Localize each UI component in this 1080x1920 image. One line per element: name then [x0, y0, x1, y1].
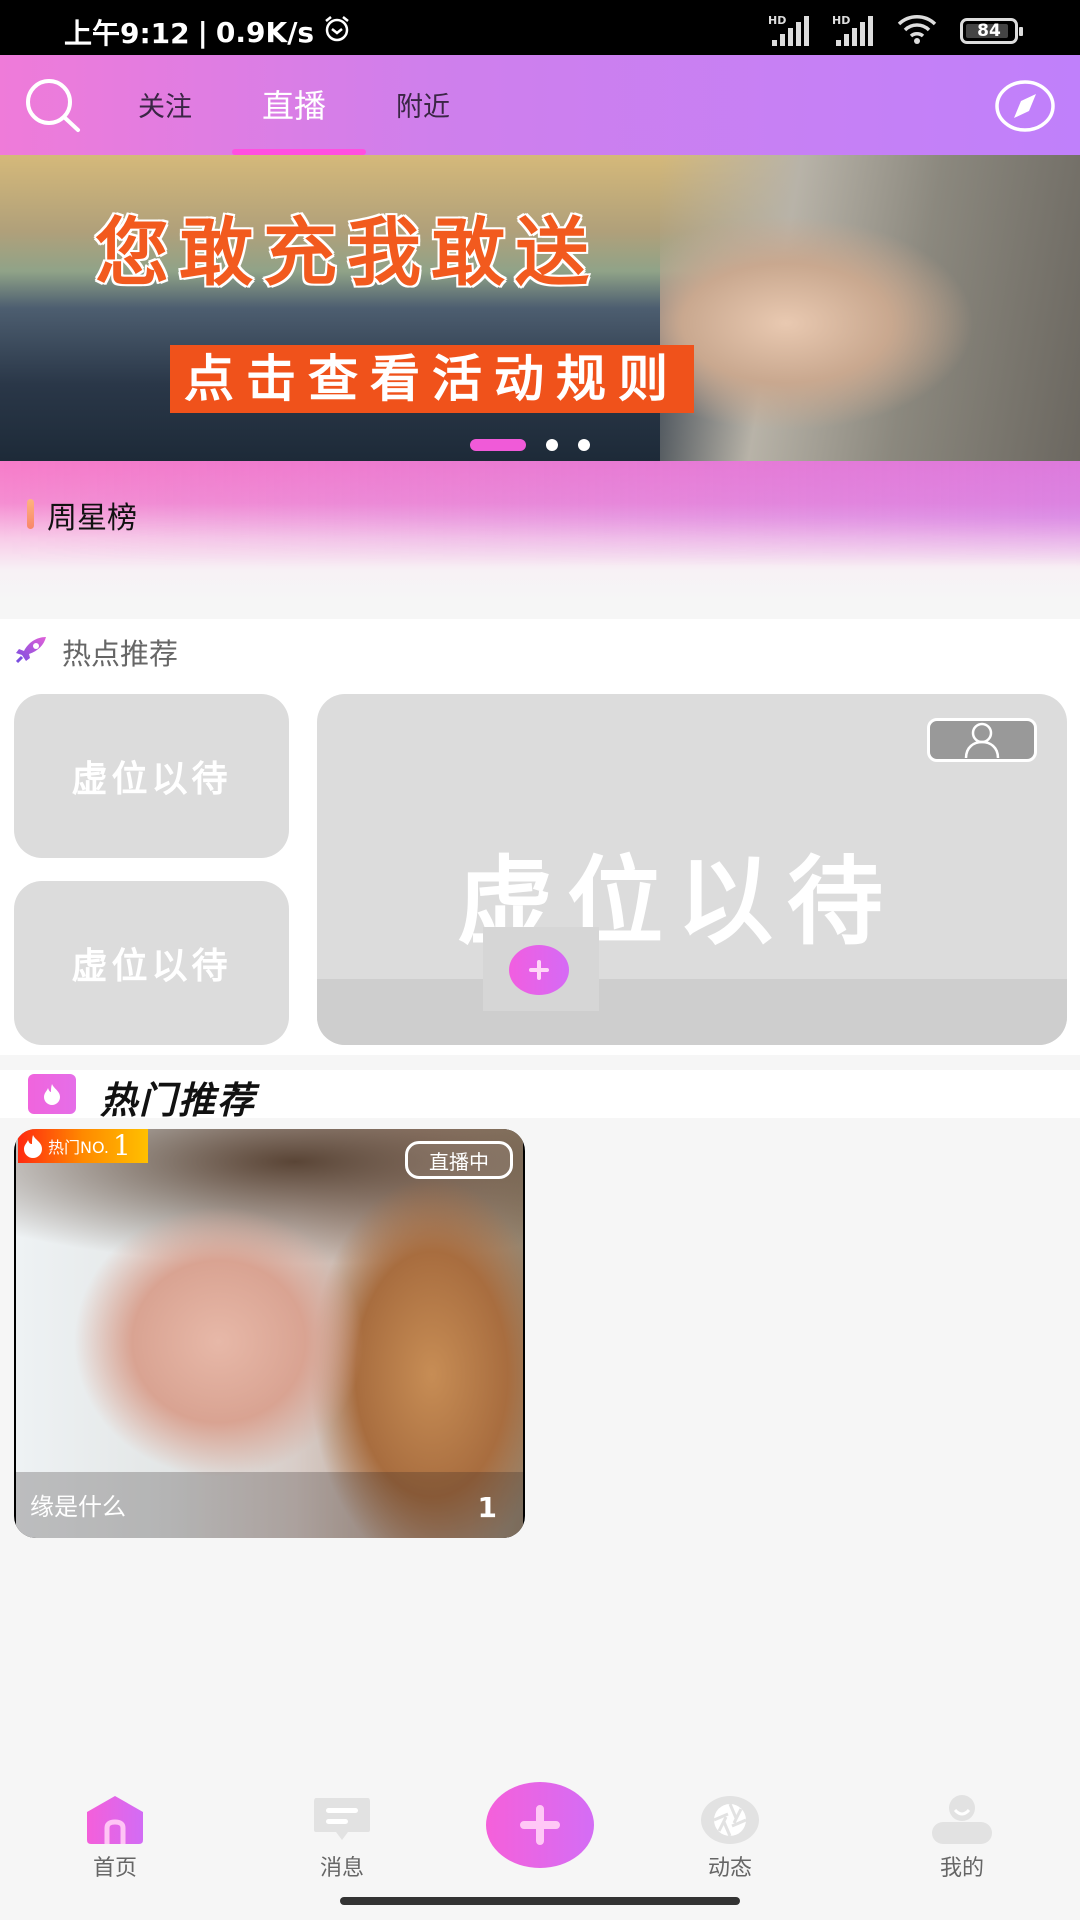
status-net-speed: 0.9K/s [215, 15, 315, 49]
room-name: 缘是什么 [30, 1493, 126, 1521]
status-bar: 上午9:12 | 0.9K/s HD HD 84 [0, 0, 1080, 55]
nav-moments[interactable]: 动态 [670, 1760, 790, 1881]
top-nav: 关注 直播 附近 [0, 55, 1080, 155]
nav-messages[interactable]: 消息 [282, 1760, 402, 1881]
nav-label: 消息 [319, 1856, 364, 1881]
aperture-icon [700, 1794, 760, 1850]
hot-spot-title: 热点推荐 [62, 637, 179, 671]
banner-pagination [470, 439, 590, 451]
banner-illustration [660, 155, 1080, 461]
status-left: 上午9:12 | 0.9K/s [64, 12, 352, 52]
placeholder-text: 虚位以待 [71, 946, 232, 987]
rocket-icon [14, 635, 48, 669]
fire-icon [28, 1074, 76, 1114]
signal-icon: HD [768, 14, 810, 46]
battery-indicator: 84 [960, 18, 1023, 44]
nav-label: 动态 [707, 1856, 752, 1881]
fire-icon [24, 1135, 42, 1158]
add-button-wrap [483, 927, 599, 1011]
viewer-count: 1 [477, 1491, 497, 1524]
placeholder-text: 虚位以待 [71, 759, 232, 800]
nav-label: 我的 [939, 1856, 984, 1881]
tab-live[interactable]: 直播 [262, 81, 326, 127]
hot-recommend-header: 热门推荐 [0, 1070, 1080, 1122]
placeholder-bottom-strip [317, 979, 1067, 1045]
compass-button[interactable] [994, 75, 1056, 137]
user-icon [964, 722, 1000, 759]
hot-spot-section: 热点推荐 虚位以待 虚位以待 虚位以待 [0, 619, 1080, 1055]
bottom-nav: 首页 消息 动态 我的 [0, 1760, 1080, 1884]
banner-subline: 点击查看活动规则 [170, 345, 694, 413]
placeholder-slot-main[interactable]: 虚位以待 [317, 694, 1067, 1045]
hot-recommend-title: 热门推荐 [100, 1079, 256, 1122]
plus-icon [520, 1805, 560, 1845]
add-button[interactable] [509, 945, 569, 995]
wifi-icon [896, 14, 938, 48]
status-separator: | [197, 15, 208, 49]
alarm-clock-icon [322, 14, 352, 51]
nav-home[interactable]: 首页 [55, 1760, 175, 1881]
hot-rank-number: 1 [113, 1129, 131, 1162]
search-icon [26, 79, 80, 132]
weekly-star-section[interactable]: 周星榜 [0, 461, 1080, 601]
pagination-dot[interactable] [578, 439, 590, 451]
live-room-card[interactable]: 热门NO. 1 直播中 缘是什么 1 [14, 1129, 525, 1538]
placeholder-slot[interactable]: 虚位以待 [14, 881, 289, 1045]
hot-rank-label: 热门NO. [48, 1138, 110, 1157]
create-live-button[interactable] [486, 1782, 594, 1868]
live-status-badge: 直播中 [405, 1141, 513, 1179]
search-button[interactable] [22, 75, 84, 137]
compass-icon [995, 80, 1055, 132]
tab-follow[interactable]: 关注 [138, 85, 192, 124]
user-badge [927, 718, 1037, 762]
home-icon [85, 1794, 145, 1850]
home-indicator[interactable] [340, 1897, 740, 1905]
user-icon [931, 1794, 993, 1850]
status-time: 上午9:12 [64, 17, 190, 50]
nav-label: 首页 [92, 1856, 137, 1881]
plus-icon [529, 960, 549, 980]
nav-profile[interactable]: 我的 [902, 1760, 1022, 1881]
banner-headline: 您敢充我敢送 [94, 209, 599, 298]
placeholder-slot[interactable]: 虚位以待 [14, 694, 289, 858]
weekly-star-title: 周星榜 [47, 501, 137, 536]
hot-spot-header: 热点推荐 [14, 631, 178, 673]
pagination-dot[interactable] [546, 439, 558, 451]
section-accent-bar [27, 499, 34, 529]
tab-nearby[interactable]: 附近 [396, 85, 450, 124]
hot-rank-tag: 热门NO. 1 [18, 1129, 148, 1163]
message-icon [312, 1796, 372, 1848]
promo-banner[interactable]: 您敢充我敢送 点击查看活动规则 [0, 155, 1080, 461]
screen: 上午9:12 | 0.9K/s HD HD 84 关注 直播 附近 您敢充我敢送… [0, 0, 1080, 1920]
pagination-dot-active[interactable] [470, 439, 526, 451]
status-right: HD HD 84 [768, 14, 1023, 48]
signal-icon-2: HD [832, 14, 874, 46]
